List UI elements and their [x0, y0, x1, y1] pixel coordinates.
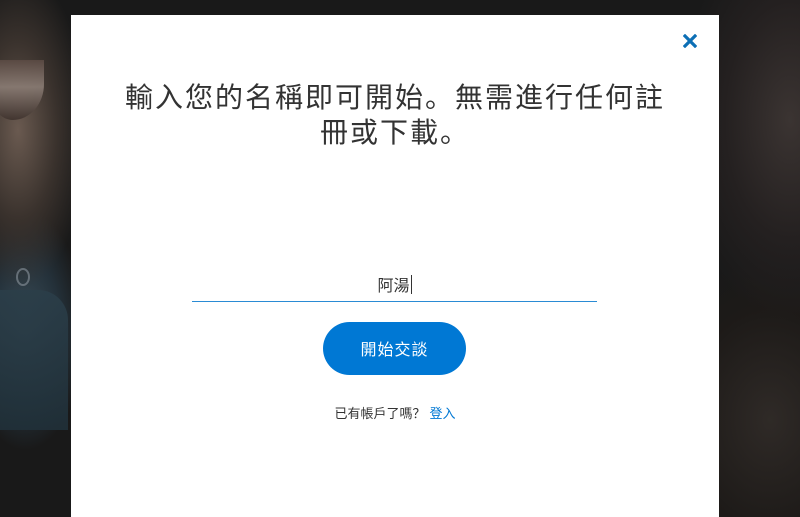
- start-chat-dialog: 輸入您的名稱即可開始。無需進行任何註冊或下載。 阿湯 開始交談 已有帳戶了嗎？ 登…: [71, 15, 719, 517]
- text-caret: [410, 275, 412, 294]
- start-chat-button[interactable]: 開始交談: [323, 322, 466, 375]
- dialog-heading: 輸入您的名稱即可開始。無需進行任何註冊或下載。: [124, 81, 665, 149]
- close-icon: [683, 34, 697, 48]
- background-photo-face: [0, 60, 44, 120]
- background-photo-shirt: [0, 290, 68, 430]
- name-input-value: 阿湯: [377, 276, 410, 295]
- close-button[interactable]: [679, 30, 701, 52]
- account-prompt-line: 已有帳戶了嗎？ 登入: [71, 403, 719, 422]
- name-input[interactable]: 阿湯: [192, 271, 597, 302]
- background-photo-earring: [16, 268, 30, 286]
- signin-link[interactable]: 登入: [430, 407, 456, 422]
- account-prompt-text: 已有帳戶了嗎？: [334, 407, 426, 422]
